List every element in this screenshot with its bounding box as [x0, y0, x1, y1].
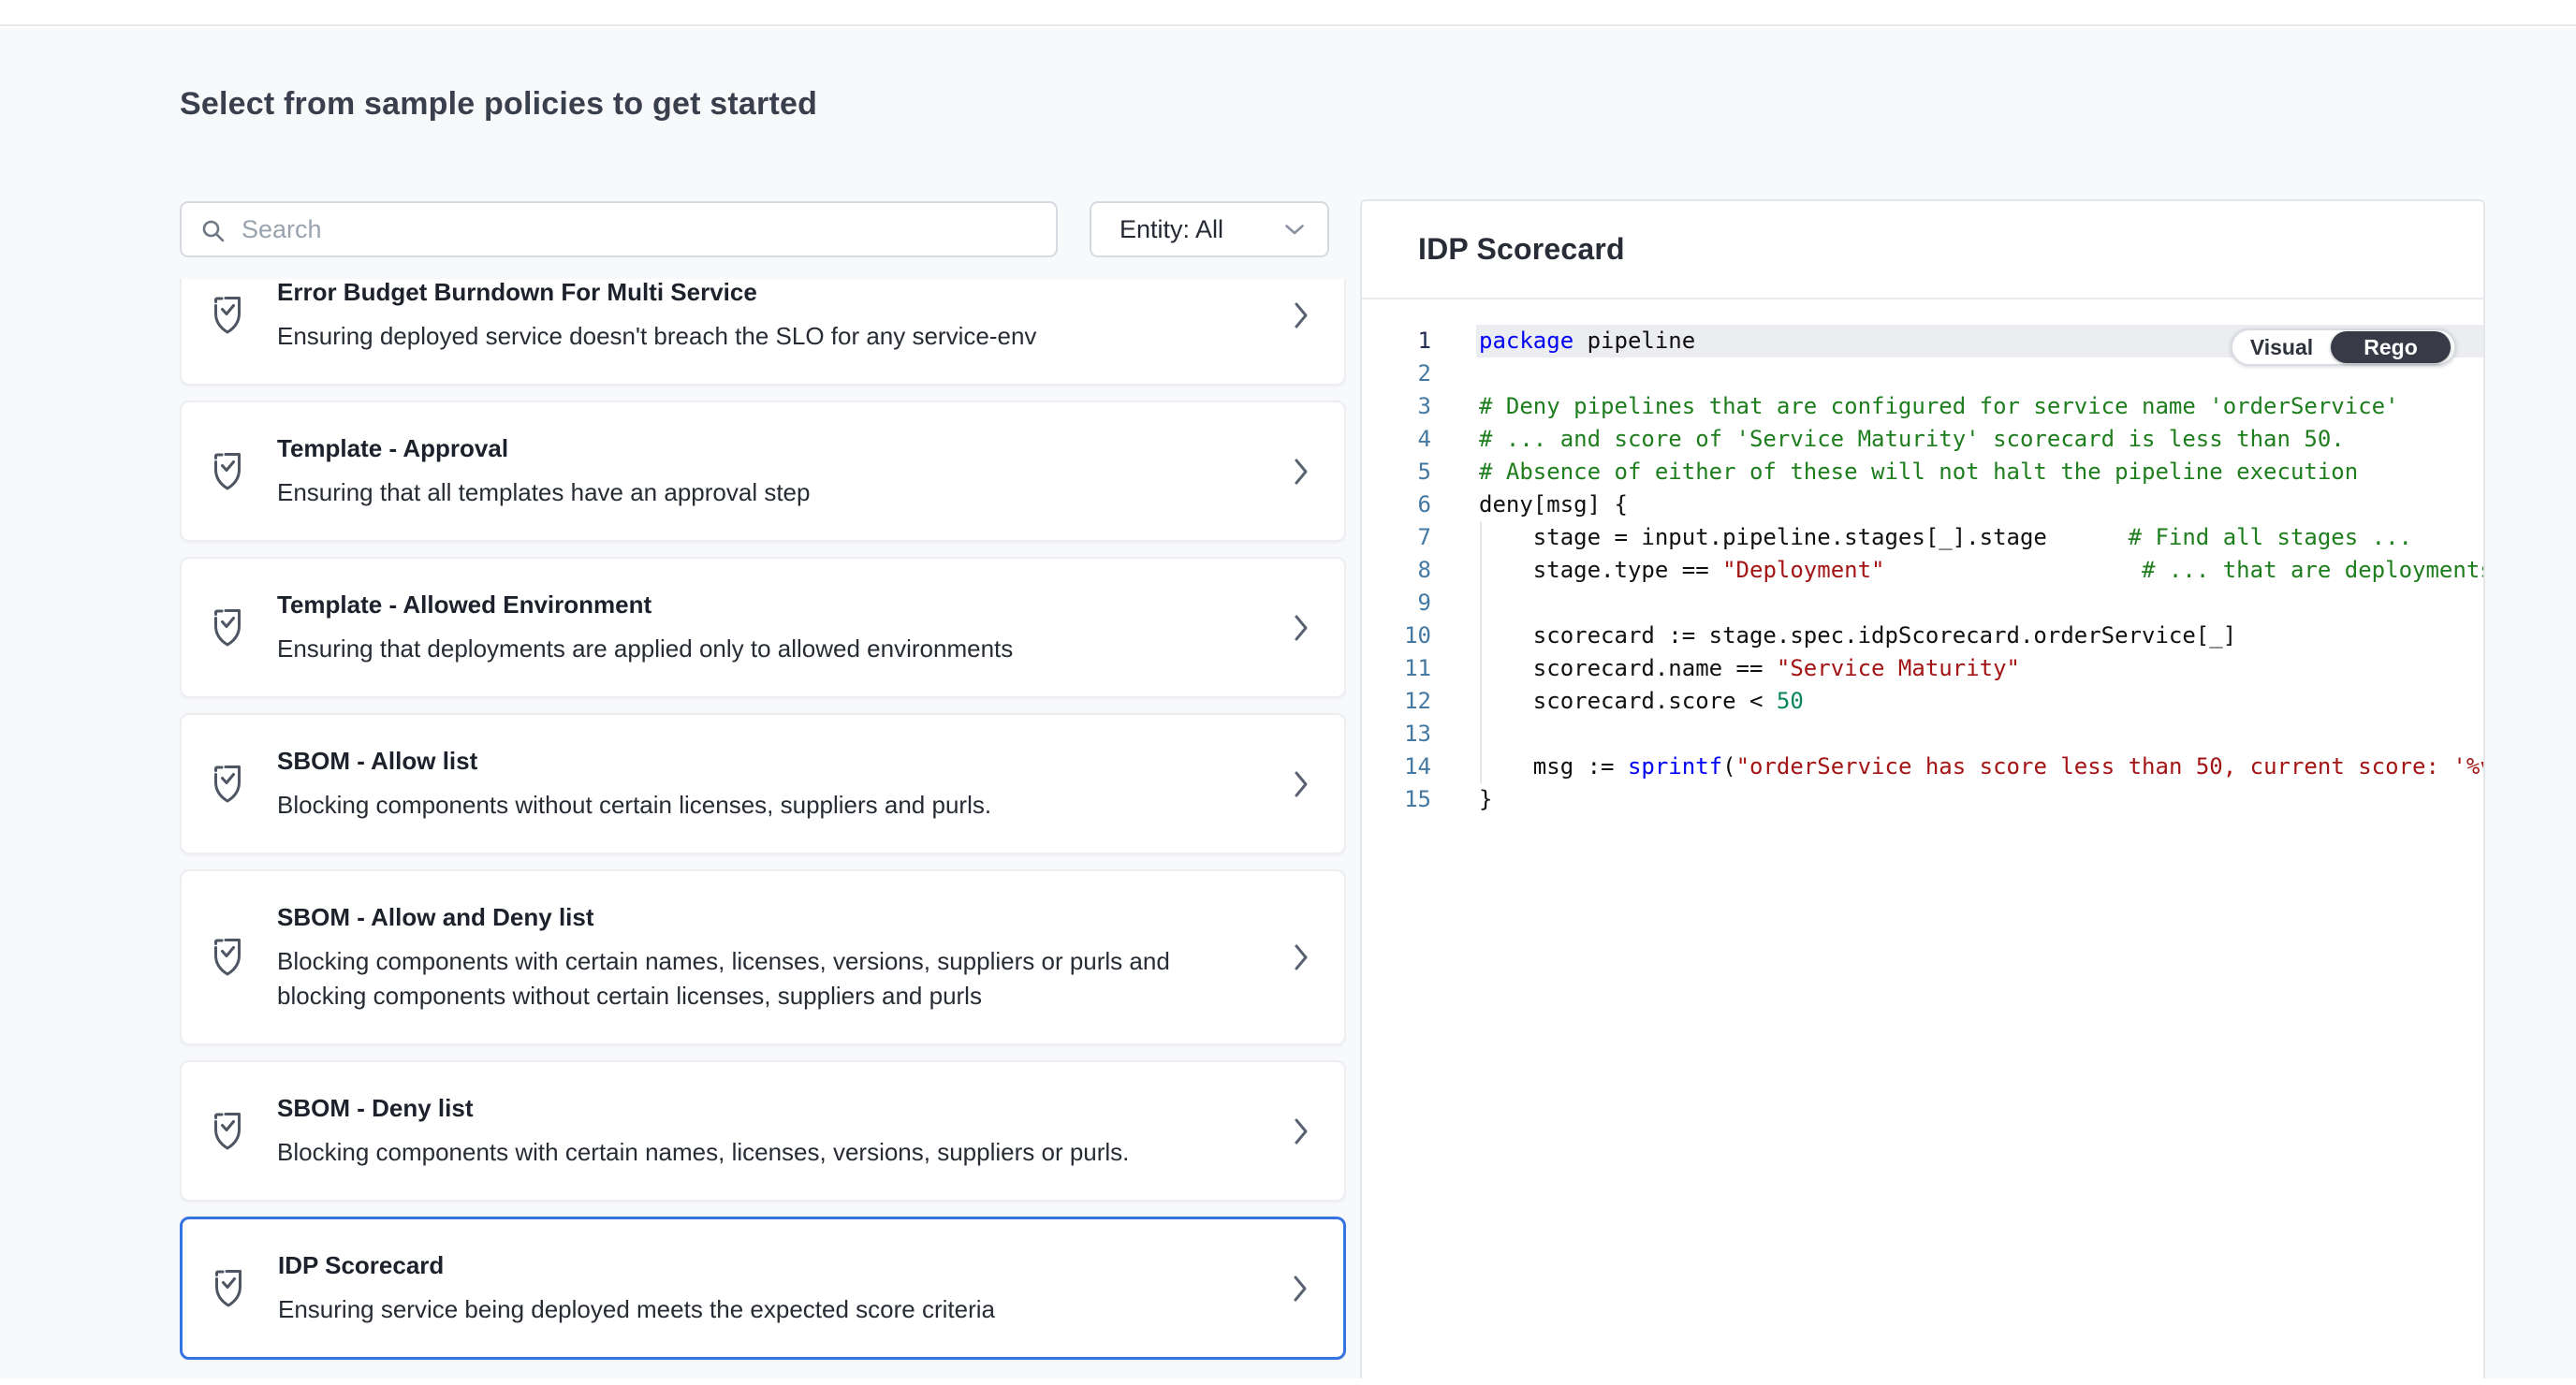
- code-line-content: msg := sprintf("orderService has score l…: [1476, 751, 2483, 783]
- code-line-content: stage = input.pipeline.stages[_].stage #…: [1476, 521, 2483, 554]
- top-bar: [0, 0, 2576, 26]
- code-line-row: 6deny[msg] {: [1362, 488, 2483, 521]
- preview-title: IDP Scorecard: [1418, 232, 1625, 267]
- code-line-content: scorecard.name == "Service Maturity": [1476, 652, 2483, 685]
- toggle-option-rego[interactable]: Rego: [2331, 331, 2451, 363]
- policy-list: Error Budget Burndown For Multi Service E…: [180, 279, 1346, 1378]
- shield-check-icon: [212, 1111, 253, 1152]
- policy-card-idp-scorecard[interactable]: IDP Scorecard Ensuring service being depl…: [180, 1217, 1346, 1360]
- line-number: 3: [1362, 390, 1476, 423]
- chevron-right-icon: [1294, 770, 1310, 798]
- code-line-content: # Deny pipelines that are configured for…: [1476, 390, 2483, 423]
- chevron-right-icon: [1294, 1117, 1310, 1145]
- policy-card-template-approval[interactable]: Template - Approval Ensuring that all tem…: [180, 401, 1346, 542]
- policy-card-sbom-allow-list[interactable]: SBOM - Allow list Blocking components wit…: [180, 713, 1346, 854]
- code-line-row: 12 scorecard.score < 50: [1362, 685, 2483, 718]
- code-lines: 1package pipeline23# Deny pipelines that…: [1362, 325, 2483, 816]
- entity-filter-select[interactable]: Entity: All: [1090, 201, 1329, 257]
- policy-card-sbom-deny-list[interactable]: SBOM - Deny list Blocking components with…: [180, 1060, 1346, 1202]
- code-editor[interactable]: 1package pipeline23# Deny pipelines that…: [1362, 299, 2483, 816]
- shield-check-icon: [212, 1268, 254, 1309]
- toggle-option-visual[interactable]: Visual: [2232, 330, 2331, 364]
- line-number: 5: [1362, 456, 1476, 488]
- code-line-row: 4# ... and score of 'Service Maturity' s…: [1362, 423, 2483, 456]
- line-number: 9: [1362, 587, 1476, 620]
- line-number: 12: [1362, 685, 1476, 718]
- policy-card-description: Ensuring that deployments are applied on…: [277, 632, 1204, 666]
- policy-card-title: SBOM - Deny list: [277, 1092, 1277, 1124]
- page-title: Select from sample policies to get start…: [180, 82, 817, 125]
- shield-check-icon: [212, 607, 253, 649]
- policy-card-title: SBOM - Allow and Deny list: [277, 901, 1277, 933]
- code-line-content: [1476, 718, 2483, 751]
- line-number: 14: [1362, 751, 1476, 783]
- entity-filter-label: Entity: All: [1120, 215, 1223, 244]
- line-number: 11: [1362, 652, 1476, 685]
- line-number: 4: [1362, 423, 1476, 456]
- search-box: [180, 201, 1058, 257]
- preview-panel-header: IDP Scorecard: [1362, 201, 2483, 299]
- code-line-row: 8 stage.type == "Deployment" # ... that …: [1362, 554, 2483, 587]
- policy-card-description: Ensuring service being deployed meets th…: [278, 1292, 1205, 1327]
- page-bottom-edge: [0, 1378, 2576, 1385]
- policy-card-description: Blocking components with certain names, …: [277, 944, 1204, 1013]
- code-line-row: 10 scorecard := stage.spec.idpScorecard.…: [1362, 620, 2483, 652]
- shield-check-icon: [212, 764, 253, 805]
- code-line-content: # ... and score of 'Service Maturity' sc…: [1476, 423, 2483, 456]
- policy-card-description: Blocking components without certain lice…: [277, 788, 1204, 823]
- code-line-content: scorecard.score < 50: [1476, 685, 2483, 718]
- chevron-right-icon: [1294, 301, 1310, 329]
- policy-card-title: Error Budget Burndown For Multi Service: [277, 279, 1277, 308]
- view-mode-toggle: Visual Rego: [2231, 328, 2456, 366]
- code-line-row: 7 stage = input.pipeline.stages[_].stage…: [1362, 521, 2483, 554]
- policy-card-description: Ensuring deployed service doesn't breach…: [277, 319, 1204, 354]
- code-line-row: 15}: [1362, 783, 2483, 816]
- code-line-row: 11 scorecard.name == "Service Maturity": [1362, 652, 2483, 685]
- code-line-content: deny[msg] {: [1476, 488, 2483, 521]
- policy-card-description: Ensuring that all templates have an appr…: [277, 475, 1204, 510]
- chevron-right-icon: [1294, 458, 1310, 486]
- policy-card-title: IDP Scorecard: [278, 1249, 1276, 1281]
- line-number: 1: [1362, 325, 1476, 357]
- chevron-right-icon: [1293, 1275, 1310, 1303]
- policy-card-title: Template - Allowed Environment: [277, 589, 1277, 620]
- code-line-content: }: [1476, 783, 2483, 816]
- code-line-row: 9: [1362, 587, 2483, 620]
- policy-card-error-budget-burndown-for-multi-service[interactable]: Error Budget Burndown For Multi Service E…: [180, 279, 1346, 386]
- chevron-right-icon: [1294, 614, 1310, 642]
- code-line-row: 3# Deny pipelines that are configured fo…: [1362, 390, 2483, 423]
- code-line-content: stage.type == "Deployment" # ... that ar…: [1476, 554, 2483, 587]
- code-line-row: 5# Absence of either of these will not h…: [1362, 456, 2483, 488]
- chevron-down-icon: [1284, 224, 1305, 236]
- policy-card-title: SBOM - Allow list: [277, 745, 1277, 777]
- line-number: 7: [1362, 521, 1476, 554]
- policy-card-sbom-allow-and-deny-list[interactable]: SBOM - Allow and Deny list Blocking compo…: [180, 869, 1346, 1045]
- code-line-row: 14 msg := sprintf("orderService has scor…: [1362, 751, 2483, 783]
- line-number: 6: [1362, 488, 1476, 521]
- preview-panel: IDP Scorecard 1package pipeline23# Deny …: [1360, 199, 2485, 1385]
- code-line-row: 13: [1362, 718, 2483, 751]
- line-number: 15: [1362, 783, 1476, 816]
- line-number: 13: [1362, 718, 1476, 751]
- line-number: 2: [1362, 357, 1476, 390]
- policy-card-template-allowed-environment[interactable]: Template - Allowed Environment Ensuring t…: [180, 557, 1346, 698]
- shield-check-icon: [212, 451, 253, 492]
- policy-card-title: Template - Approval: [277, 432, 1277, 464]
- search-input[interactable]: [182, 203, 1056, 255]
- shield-check-icon: [212, 937, 253, 978]
- code-line-content: [1476, 587, 2483, 620]
- code-line-content: scorecard := stage.spec.idpScorecard.ord…: [1476, 620, 2483, 652]
- code-line-content: # Absence of either of these will not ha…: [1476, 456, 2483, 488]
- shield-check-icon: [212, 295, 253, 336]
- indent-guide: [1480, 521, 1482, 783]
- chevron-right-icon: [1294, 943, 1310, 971]
- policy-card-description: Blocking components with certain names, …: [277, 1135, 1204, 1170]
- line-number: 8: [1362, 554, 1476, 587]
- line-number: 10: [1362, 620, 1476, 652]
- page: Select from sample policies to get start…: [0, 0, 2576, 1385]
